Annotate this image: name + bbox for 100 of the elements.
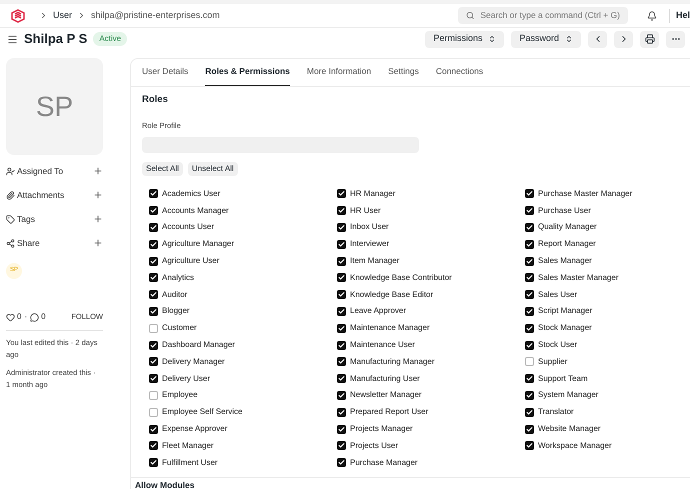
role-checkbox[interactable]	[337, 441, 346, 450]
role-checkbox[interactable]	[525, 290, 534, 300]
role-checkbox[interactable]	[337, 273, 346, 282]
role-checkbox[interactable]	[525, 256, 534, 266]
tab[interactable]: Connections	[436, 65, 484, 86]
dropdown-button[interactable]: Password	[511, 30, 581, 48]
role-checkbox[interactable]	[149, 458, 158, 468]
role-checkbox[interactable]	[149, 340, 158, 350]
checkmark-icon	[150, 342, 157, 349]
role-checkbox[interactable]	[337, 290, 346, 300]
avatar-initials: SP	[36, 90, 74, 124]
sidebar-link[interactable]: Assigned To	[17, 164, 93, 178]
role-label: Sales User	[538, 288, 578, 301]
role-checkbox[interactable]	[337, 340, 346, 350]
role-label: Stock Manager	[538, 322, 592, 334]
checkmark-icon	[338, 190, 345, 198]
more-button[interactable]	[666, 30, 685, 48]
role-checkbox[interactable]	[525, 408, 534, 417]
role-checkbox[interactable]	[525, 357, 534, 366]
search-field[interactable]: Search or type a command (Ctrl + G)	[458, 7, 628, 24]
role-checkbox[interactable]	[337, 374, 346, 384]
checkmark-icon	[526, 190, 533, 198]
action-button[interactable]: Unselect All	[188, 162, 238, 176]
role-checkbox[interactable]	[525, 424, 534, 434]
role-checkbox[interactable]	[149, 273, 158, 282]
dropdown-button[interactable]: Permissions	[425, 30, 504, 48]
role-checkbox[interactable]	[337, 189, 346, 198]
role-checkbox[interactable]	[149, 390, 158, 400]
role-checkbox[interactable]	[525, 240, 534, 249]
role-checkbox[interactable]	[525, 306, 534, 316]
help-menu[interactable]: Hel	[676, 8, 690, 22]
role-label: Sales Master Manager	[538, 272, 618, 284]
role-checkbox[interactable]	[337, 256, 346, 266]
breadcrumb-link[interactable]: shilpa@pristine-enterprises.com	[91, 8, 220, 22]
checkmark-icon	[338, 392, 345, 399]
role-checkbox[interactable]	[149, 306, 158, 316]
checkmark-icon	[150, 459, 157, 466]
tab[interactable]: User Details	[142, 65, 188, 86]
tab[interactable]: Roles & Permissions	[205, 65, 290, 86]
add-icon[interactable]	[93, 238, 103, 248]
role-checkbox[interactable]	[149, 206, 158, 216]
role-checkbox[interactable]	[337, 324, 346, 333]
role-checkbox[interactable]	[525, 189, 534, 198]
role-checkbox[interactable]	[337, 206, 346, 216]
role-checkbox[interactable]	[337, 424, 346, 434]
sidebar-link[interactable]: Attachments	[17, 188, 93, 202]
menu-icon[interactable]	[7, 34, 18, 44]
add-icon[interactable]	[93, 214, 103, 224]
role-label: Script Manager	[538, 305, 592, 318]
checkmark-icon	[150, 358, 157, 366]
add-icon[interactable]	[93, 190, 103, 200]
role-checkbox[interactable]	[149, 357, 158, 366]
role-checkbox[interactable]	[149, 374, 158, 384]
role-checkbox[interactable]	[525, 441, 534, 450]
checkmark-icon	[526, 442, 533, 450]
search-icon	[466, 11, 474, 20]
role-label: Knowledge Base Contributor	[350, 272, 452, 284]
tab[interactable]: More Information	[306, 65, 372, 86]
sidebar-link[interactable]: Tags	[17, 212, 93, 226]
role-checkbox[interactable]	[149, 290, 158, 300]
checkmark-icon	[338, 358, 345, 366]
notification-bell-icon[interactable]	[646, 10, 657, 20]
sidebar-link[interactable]: Share	[17, 236, 93, 250]
add-icon[interactable]	[93, 166, 103, 176]
role-checkbox[interactable]	[149, 222, 158, 232]
role-checkbox[interactable]	[149, 424, 158, 434]
role-checkbox[interactable]	[149, 189, 158, 198]
role-label: Blogger	[162, 305, 190, 318]
checkmark-icon	[150, 240, 157, 248]
logo-icon[interactable]	[11, 8, 25, 22]
role-checkbox[interactable]	[337, 222, 346, 232]
role-label: Accounts User	[162, 221, 214, 234]
role-checkbox[interactable]	[149, 324, 158, 333]
role-checkbox[interactable]	[525, 390, 534, 400]
role-checkbox[interactable]	[149, 441, 158, 450]
role-checkbox[interactable]	[525, 374, 534, 384]
role-checkbox[interactable]	[149, 408, 158, 417]
checkmark-icon	[338, 240, 345, 248]
role-checkbox[interactable]	[525, 324, 534, 333]
like-icon[interactable]	[6, 312, 15, 322]
role-checkbox[interactable]	[337, 306, 346, 316]
role-checkbox[interactable]	[525, 340, 534, 350]
tab[interactable]: Settings	[388, 65, 419, 86]
role-checkbox[interactable]	[149, 240, 158, 249]
role-checkbox[interactable]	[337, 408, 346, 417]
role-checkbox[interactable]	[525, 206, 534, 216]
role-checkbox[interactable]	[337, 458, 346, 468]
breadcrumb-link[interactable]: User	[53, 8, 72, 22]
role-checkbox[interactable]	[337, 240, 346, 249]
action-button[interactable]: Select All	[142, 162, 183, 176]
role-checkbox[interactable]	[337, 357, 346, 366]
checkmark-icon	[150, 426, 157, 433]
print-button[interactable]	[640, 30, 659, 48]
checkmark-icon	[338, 459, 345, 466]
role-checkbox[interactable]	[525, 273, 534, 282]
role-label: Quality Manager	[538, 221, 597, 234]
role-checkbox[interactable]	[149, 256, 158, 266]
role-checkbox[interactable]	[525, 222, 534, 232]
role-label: Dashboard Manager	[162, 339, 235, 352]
role-checkbox[interactable]	[337, 390, 346, 400]
